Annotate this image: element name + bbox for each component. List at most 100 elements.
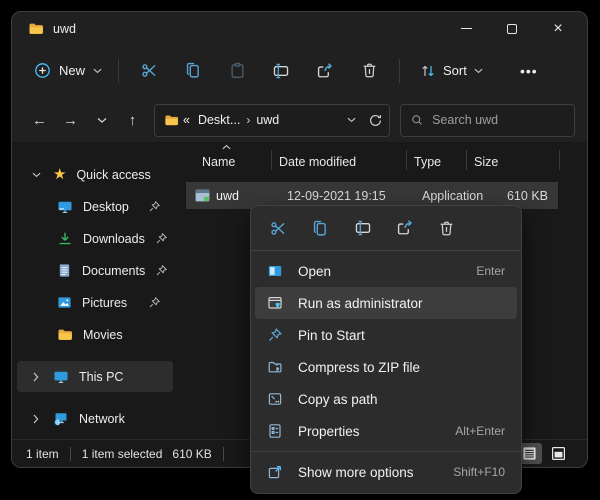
column-header-date[interactable]: Date modified: [279, 155, 356, 169]
column-divider[interactable]: [559, 150, 560, 170]
navigation-bar: ← → ↑ « Deskt... › uwd: [12, 98, 587, 142]
column-header-name[interactable]: Name: [202, 155, 235, 169]
file-name: uwd: [216, 188, 239, 203]
pin-icon: [155, 264, 168, 277]
sidebar-item-network[interactable]: Network: [17, 403, 173, 434]
share-button[interactable]: [386, 212, 423, 244]
titlebar: uwd ×: [12, 12, 587, 46]
details-view-icon: [522, 447, 536, 460]
folder-icon: [28, 21, 44, 37]
sort-ascending-icon: [222, 144, 231, 150]
chevron-right-icon[interactable]: [29, 414, 43, 424]
network-icon: [53, 411, 69, 427]
menu-item-pin-to-start[interactable]: Pin to Start: [255, 319, 517, 351]
cut-button[interactable]: [260, 212, 297, 244]
menu-item-show-more-options[interactable]: Show more options Shift+F10: [255, 456, 517, 488]
run-as-admin-icon: [268, 296, 282, 309]
breadcrumb-current[interactable]: uwd: [252, 113, 283, 127]
sort-arrows-icon: [420, 63, 436, 79]
pin-icon: [155, 232, 168, 245]
column-divider[interactable]: [271, 150, 272, 170]
sidebar-item-label: Movies: [83, 327, 123, 342]
new-button[interactable]: New: [26, 56, 110, 85]
address-bar[interactable]: « Deskt... › uwd: [154, 103, 390, 137]
sidebar-item-downloads[interactable]: Downloads: [17, 223, 173, 254]
folder-icon: [57, 327, 73, 343]
share-icon: [397, 220, 412, 235]
minimize-icon: [460, 28, 472, 29]
breadcrumb-parent[interactable]: Deskt...: [194, 113, 244, 127]
pin-to-start-icon: [269, 328, 282, 341]
sort-button[interactable]: Sort: [412, 57, 491, 85]
recent-locations-button[interactable]: [86, 105, 117, 136]
sidebar: ★ Quick access Desktop Downloads Documen…: [12, 142, 178, 439]
copy-icon: [313, 220, 326, 236]
sidebar-item-quick-access[interactable]: ★ Quick access: [17, 159, 173, 190]
sidebar-item-this-pc[interactable]: This PC: [17, 361, 173, 392]
menu-item-label: Show more options: [298, 464, 414, 480]
chevron-down-icon[interactable]: [29, 172, 43, 178]
chevron-right-icon[interactable]: [29, 372, 43, 382]
close-icon: ×: [553, 19, 563, 37]
ellipsis-icon: •••: [520, 62, 538, 79]
close-button[interactable]: ×: [535, 13, 581, 44]
minimize-button[interactable]: [443, 13, 489, 44]
sidebar-item-desktop[interactable]: Desktop: [17, 191, 173, 222]
cut-icon: [141, 64, 156, 77]
search-input[interactable]: [432, 113, 564, 127]
menu-item-label: Properties: [298, 423, 360, 439]
chevron-down-icon: [97, 117, 106, 123]
column-divider[interactable]: [406, 150, 407, 170]
sidebar-item-pictures[interactable]: Pictures: [17, 287, 173, 318]
address-dropdown-chevron-icon[interactable]: [347, 117, 356, 123]
copy-button[interactable]: [171, 53, 215, 89]
paste-button[interactable]: [215, 53, 259, 89]
share-button[interactable]: [303, 53, 347, 89]
toolbar: New Sort •••: [12, 46, 587, 95]
rename-button[interactable]: [344, 212, 381, 244]
menu-item-properties[interactable]: Properties Alt+Enter: [255, 415, 517, 447]
cut-button[interactable]: [127, 53, 171, 89]
menu-item-shortcut: Enter: [476, 264, 505, 278]
plus-circle-icon: [34, 62, 51, 79]
forward-button[interactable]: →: [55, 105, 86, 136]
up-button[interactable]: ↑: [117, 105, 148, 136]
application-icon: [194, 187, 211, 204]
menu-item-copy-as-path[interactable]: Copy as path: [255, 383, 517, 415]
back-button[interactable]: ←: [24, 105, 55, 136]
large-icons-view-button[interactable]: [545, 443, 571, 464]
open-icon: [268, 266, 282, 276]
downloads-icon: [57, 231, 73, 247]
column-header-type[interactable]: Type: [414, 155, 441, 169]
sidebar-item-label: Downloads: [83, 231, 145, 246]
sidebar-item-label: Pictures: [82, 295, 128, 310]
menu-item-shortcut: Alt+Enter: [455, 424, 505, 438]
copy-button[interactable]: [302, 212, 339, 244]
paste-icon: [231, 62, 244, 78]
statusbar-divider: [69, 446, 71, 461]
refresh-button[interactable]: [368, 113, 383, 128]
documents-icon: [57, 263, 72, 278]
maximize-button[interactable]: [489, 13, 535, 44]
show-more-icon: [268, 466, 281, 479]
sidebar-item-movies[interactable]: Movies: [17, 319, 173, 350]
sidebar-item-documents[interactable]: Documents: [17, 255, 173, 286]
breadcrumb-collapsed[interactable]: «: [179, 113, 194, 127]
rename-button[interactable]: [259, 53, 303, 89]
menu-item-open[interactable]: Open Enter: [255, 255, 517, 287]
forward-arrow-icon: →: [63, 111, 78, 129]
see-more-button[interactable]: •••: [509, 53, 549, 89]
search-box[interactable]: [400, 103, 575, 137]
delete-button[interactable]: [347, 53, 391, 89]
delete-icon: [440, 221, 453, 235]
column-header-size[interactable]: Size: [474, 155, 498, 169]
chevron-down-icon: [93, 68, 102, 74]
delete-button[interactable]: [428, 212, 465, 244]
menu-item-compress-to-zip[interactable]: Compress to ZIP file: [255, 351, 517, 383]
menu-item-run-as-administrator[interactable]: Run as administrator: [255, 287, 517, 319]
sidebar-item-label: This PC: [79, 369, 124, 384]
copy-icon: [186, 62, 199, 78]
column-divider[interactable]: [466, 150, 467, 170]
copy-path-icon: [268, 393, 282, 405]
menu-item-label: Compress to ZIP file: [298, 359, 421, 375]
